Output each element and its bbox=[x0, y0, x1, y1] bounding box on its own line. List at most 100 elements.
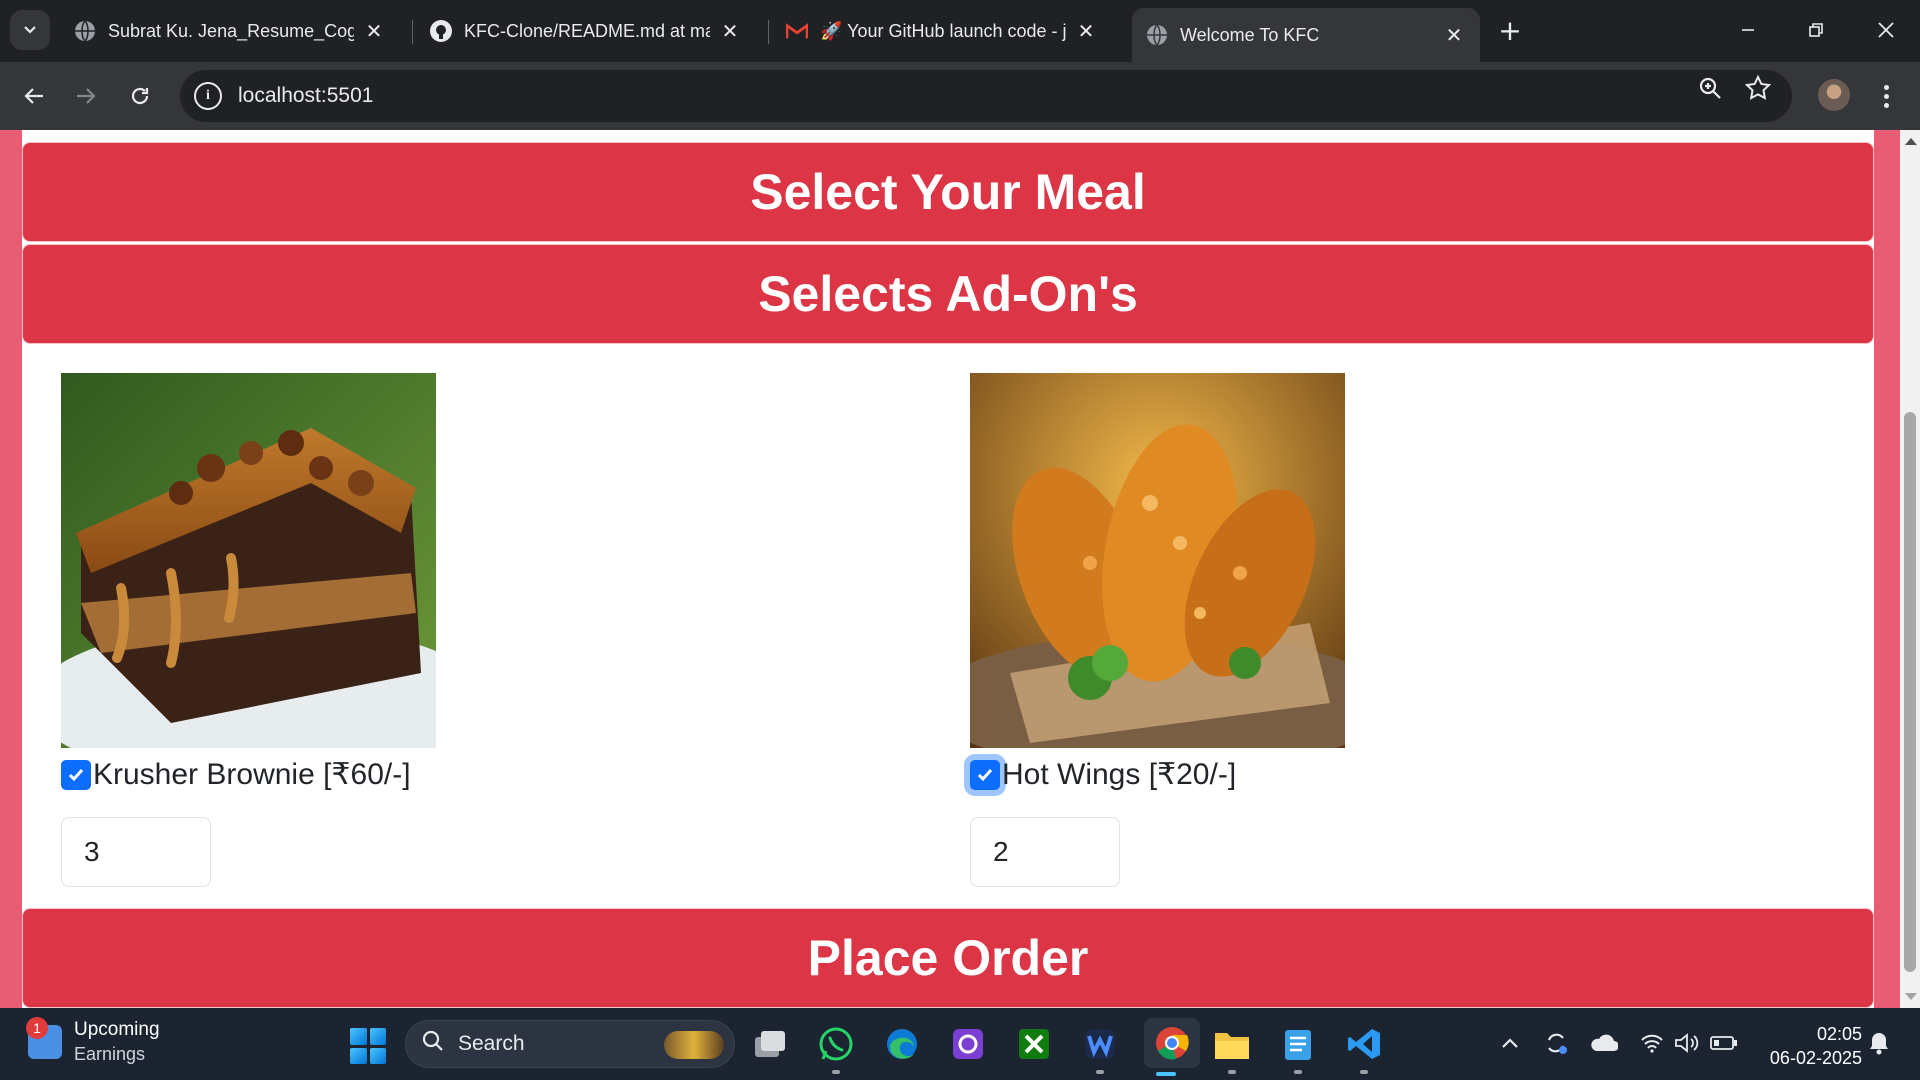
notification-badge: 1 bbox=[26, 1017, 48, 1039]
close-icon[interactable]: ✕ bbox=[1074, 19, 1098, 43]
volume-tray-icon[interactable] bbox=[1672, 1028, 1702, 1058]
battery-icon bbox=[1710, 1036, 1737, 1050]
hot-wings-image bbox=[970, 373, 1345, 748]
search-icon bbox=[422, 1030, 444, 1059]
photos-icon bbox=[953, 1029, 983, 1059]
chrome-app[interactable] bbox=[1144, 1018, 1200, 1076]
brownie-quantity-input[interactable]: 3 bbox=[61, 817, 211, 887]
plus-icon: + bbox=[1498, 13, 1522, 47]
taskbar-search[interactable]: Search bbox=[405, 1020, 735, 1068]
wondershare-app[interactable] bbox=[1078, 1022, 1122, 1074]
hot-wings-quantity-input[interactable]: 2 bbox=[970, 817, 1120, 887]
bell-icon bbox=[1870, 1033, 1888, 1055]
running-indicator bbox=[1096, 1070, 1104, 1074]
profile-avatar[interactable] bbox=[1818, 79, 1850, 111]
tab-gmail[interactable]: 🚀 Your GitHub launch code - j ✕ bbox=[772, 8, 1112, 54]
chevron-up-icon bbox=[1502, 1038, 1518, 1048]
tab-resume[interactable]: Subrat Ku. Jena_Resume_Cog.pdf ✕ bbox=[60, 8, 400, 54]
minimize-icon bbox=[1742, 29, 1754, 31]
menu-dot-icon bbox=[1883, 93, 1889, 99]
addons-title: Selects Ad-On's bbox=[758, 266, 1138, 322]
restore-button[interactable] bbox=[1794, 12, 1838, 48]
zoom-icon[interactable] bbox=[1696, 74, 1724, 102]
close-icon[interactable]: ✕ bbox=[718, 19, 742, 43]
tab-search-button[interactable] bbox=[10, 10, 50, 50]
page-scrollbar[interactable] bbox=[1900, 130, 1920, 1008]
gmail-icon bbox=[786, 20, 808, 42]
quantity-value: 3 bbox=[84, 836, 100, 867]
xbox-app[interactable] bbox=[1012, 1022, 1056, 1066]
github-icon bbox=[430, 20, 452, 42]
browser-menu-button[interactable] bbox=[1874, 76, 1898, 116]
minimize-button[interactable] bbox=[1726, 12, 1770, 48]
scroll-up-arrow-icon[interactable] bbox=[1905, 138, 1917, 145]
windows-logo-icon bbox=[350, 1047, 367, 1064]
show-hidden-icons-button[interactable] bbox=[1495, 1028, 1525, 1058]
vscode-icon bbox=[1348, 1029, 1380, 1059]
scroll-thumb[interactable] bbox=[1904, 412, 1916, 972]
page-viewport: Select Your Meal Selects Ad-On's Krusher… bbox=[0, 130, 1900, 1008]
bookmark-star-icon[interactable] bbox=[1744, 74, 1772, 102]
clock-date: 06-02-2025 bbox=[1769, 1048, 1862, 1068]
running-indicator bbox=[1228, 1070, 1236, 1074]
scroll-down-arrow-icon[interactable] bbox=[1905, 993, 1917, 1000]
hot-wings-checkbox[interactable] bbox=[970, 759, 1000, 790]
back-button[interactable] bbox=[14, 76, 54, 116]
place-order-label: Place Order bbox=[807, 930, 1089, 986]
vscode-app[interactable] bbox=[1342, 1022, 1386, 1074]
edge-app[interactable] bbox=[880, 1022, 924, 1066]
widgets-button[interactable]: 1 Upcoming Earnings bbox=[26, 1017, 160, 1066]
battery-tray-icon[interactable] bbox=[1709, 1028, 1739, 1058]
whatsapp-app[interactable] bbox=[814, 1022, 858, 1074]
close-icon[interactable]: ✕ bbox=[362, 19, 386, 43]
taskbar-clock[interactable]: 02:05 06-02-2025 bbox=[1752, 1022, 1862, 1070]
checkmark-icon bbox=[977, 768, 993, 781]
cloud-icon bbox=[1591, 1034, 1618, 1051]
checkmark-icon bbox=[68, 768, 84, 781]
sync-tray-icon[interactable] bbox=[1541, 1028, 1571, 1058]
notifications-button[interactable] bbox=[1864, 1028, 1894, 1058]
new-tab-button[interactable]: + bbox=[1494, 13, 1526, 47]
addon-card-hot-wings: Hot Wings [₹20/-] 2 bbox=[970, 373, 1345, 887]
tab-separator bbox=[412, 20, 413, 44]
tab-welcome-kfc[interactable]: Welcome To KFC ✕ bbox=[1132, 8, 1480, 62]
notepad-app[interactable] bbox=[1276, 1022, 1320, 1074]
file-explorer-app[interactable] bbox=[1210, 1022, 1254, 1074]
edge-icon bbox=[887, 1029, 917, 1059]
reload-button[interactable] bbox=[120, 76, 160, 116]
reload-icon bbox=[131, 87, 149, 105]
wifi-icon bbox=[1641, 1034, 1663, 1053]
wondershare-icon bbox=[1085, 1029, 1115, 1059]
menu-dot-icon bbox=[1883, 84, 1889, 90]
task-view-button[interactable] bbox=[748, 1022, 792, 1066]
close-icon[interactable]: ✕ bbox=[1442, 23, 1466, 47]
forward-button[interactable] bbox=[66, 76, 106, 116]
address-bar[interactable]: i localhost:5501 bbox=[180, 70, 1792, 122]
window-close-button[interactable] bbox=[1864, 12, 1908, 48]
onedrive-tray-icon[interactable] bbox=[1589, 1028, 1619, 1058]
brownie-checkbox[interactable] bbox=[61, 759, 91, 790]
addon-option-brownie[interactable]: Krusher Brownie [₹60/-] bbox=[61, 757, 411, 792]
active-indicator bbox=[1156, 1072, 1176, 1076]
addon-option-hot-wings[interactable]: Hot Wings [₹20/-] bbox=[970, 757, 1236, 792]
clock-time: 02:05 bbox=[1816, 1024, 1862, 1044]
addons-header[interactable]: Selects Ad-On's bbox=[22, 244, 1874, 344]
url-text: localhost:5501 bbox=[238, 84, 374, 107]
site-info-icon[interactable]: i bbox=[194, 82, 222, 110]
photos-app[interactable] bbox=[946, 1022, 990, 1066]
arrow-right-icon bbox=[77, 88, 96, 104]
menu-dot-icon bbox=[1883, 102, 1889, 108]
wifi-tray-icon[interactable] bbox=[1637, 1028, 1667, 1058]
addon-label-text: Hot Wings [₹20/-] bbox=[1002, 758, 1237, 791]
brownie-image bbox=[61, 373, 436, 748]
chrome-icon bbox=[1156, 1027, 1189, 1060]
start-button[interactable] bbox=[350, 1028, 386, 1064]
select-meal-header[interactable]: Select Your Meal bbox=[22, 142, 1874, 242]
kfc-page: Select Your Meal Selects Ad-On's Krusher… bbox=[22, 130, 1874, 1008]
folder-icon bbox=[1215, 1033, 1249, 1059]
running-indicator bbox=[1360, 1070, 1368, 1074]
sync-icon bbox=[1547, 1033, 1567, 1054]
place-order-button[interactable]: Place Order bbox=[22, 908, 1874, 1008]
windows-logo-icon bbox=[350, 1028, 367, 1045]
tab-github-readme[interactable]: KFC-Clone/README.md at main ✕ bbox=[416, 8, 756, 54]
